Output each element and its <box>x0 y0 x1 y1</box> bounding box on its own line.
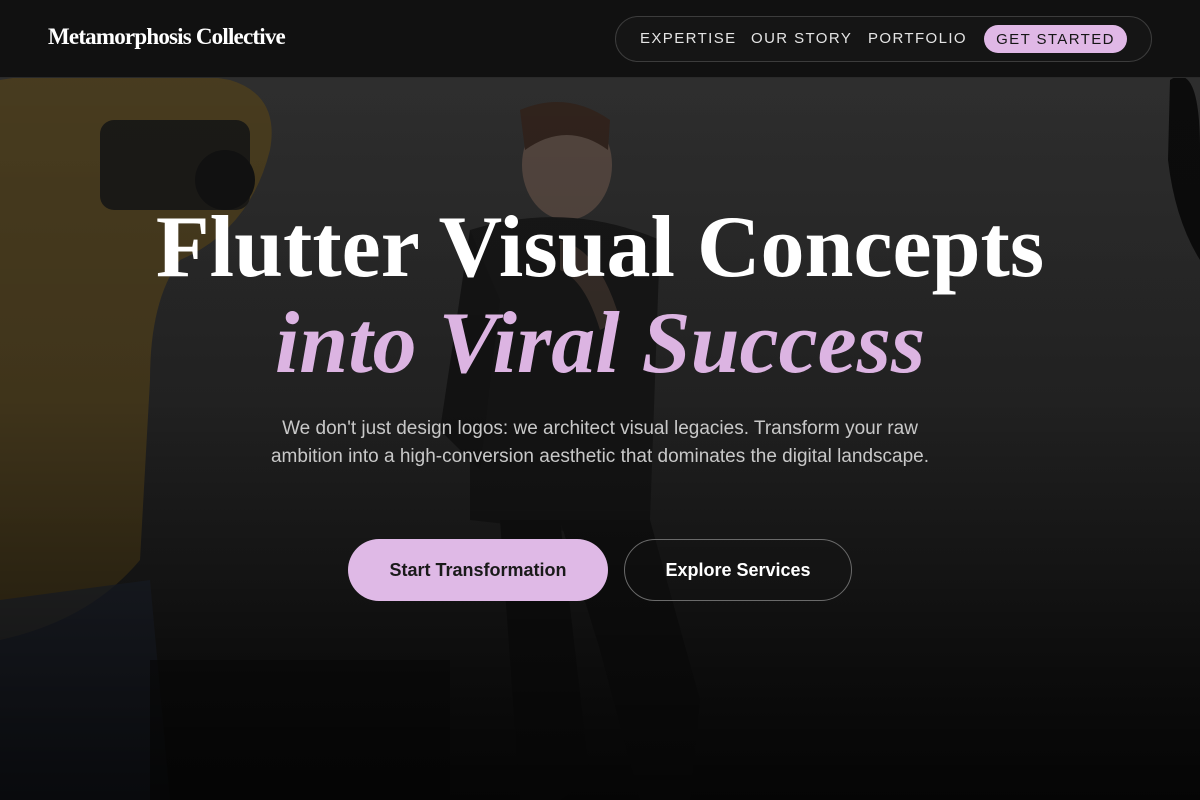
hero-headline-line1: Flutter Visual Concepts <box>155 199 1045 296</box>
site-header: Metamorphosis Collective EXPERTISE OUR S… <box>0 0 1200 78</box>
hero-background-image <box>0 0 1200 800</box>
hero-subtitle: We don't just design logos: we architect… <box>270 418 929 467</box>
brand-logo[interactable]: Metamorphosis Collective <box>48 24 286 50</box>
explore-services-button[interactable]: Explore Services <box>624 539 852 601</box>
start-transformation-button[interactable]: Start Transformation <box>348 539 608 601</box>
nav-link-our-story[interactable]: OUR STORY <box>751 30 852 47</box>
main-nav: EXPERTISE OUR STORY PORTFOLIO GET STARTE… <box>615 16 1152 62</box>
hero-headline-line2: into Viral Success <box>274 295 926 392</box>
nav-link-expertise[interactable]: EXPERTISE <box>640 30 737 47</box>
hero-dark-overlay <box>0 0 1200 800</box>
nav-link-portfolio[interactable]: PORTFOLIO <box>868 30 967 47</box>
get-started-button[interactable]: GET STARTED <box>984 25 1127 53</box>
